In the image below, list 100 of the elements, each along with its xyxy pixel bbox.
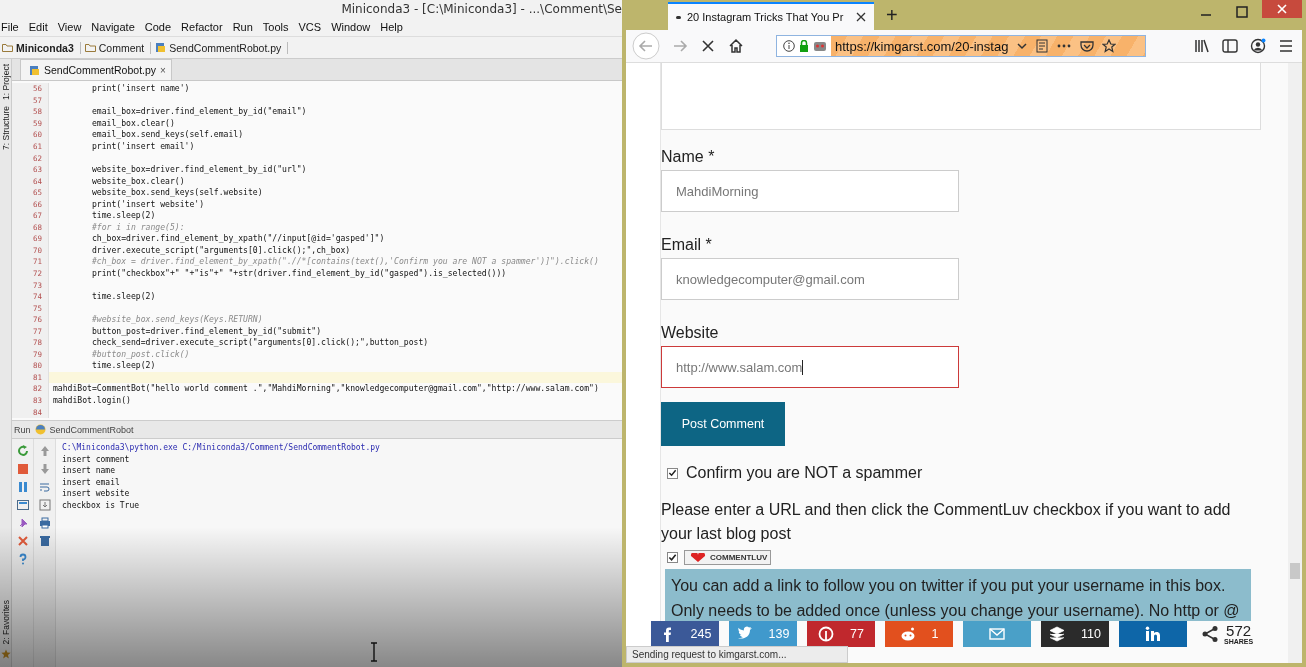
tool-window-tab[interactable]: 1: Project — [0, 61, 11, 103]
code-line: email_box.send_keys(self.email) — [90, 129, 244, 141]
browser-tab[interactable]: 20 Instagram Tricks That You Pr — [668, 2, 874, 30]
print-icon[interactable] — [38, 517, 51, 529]
breadcrumb[interactable]: Miniconda3 — [0, 41, 81, 54]
python-icon — [34, 424, 46, 435]
code-comment: #for i in range(5): — [90, 221, 185, 233]
code-line: print('insert email') — [90, 141, 195, 152]
checkbox[interactable] — [667, 552, 678, 563]
library-icon[interactable] — [1194, 39, 1210, 53]
checkbox[interactable] — [667, 467, 678, 479]
breadcrumb[interactable]: SendCommentRobot.py — [153, 41, 289, 54]
close-button[interactable] — [1262, 0, 1302, 18]
sidebar-icon[interactable] — [1222, 39, 1238, 53]
share-count: 572 — [1226, 623, 1252, 638]
post-comment-button[interactable]: Post Comment — [661, 402, 785, 446]
menu-item[interactable]: Run — [231, 21, 254, 33]
folder-icon — [2, 42, 13, 53]
robot-icon — [813, 40, 827, 52]
share-button[interactable]: 245 — [651, 621, 719, 647]
address-bar[interactable]: https://kimgarst.com/20-instag — [776, 35, 1146, 57]
window-title: Miniconda3 - [C:\Miniconda3] - ...\Comment\Se — [341, 2, 622, 16]
code-line: print('insert website') — [90, 198, 205, 210]
bookmark-star-icon[interactable] — [1102, 39, 1117, 53]
bird-icon — [736, 626, 753, 642]
console-output: checkbox is True — [62, 499, 141, 512]
code-comment: #button_post.click() — [90, 348, 190, 360]
folder-icon — [84, 42, 96, 53]
close-button[interactable]: × — [160, 64, 166, 76]
share-icon — [1201, 625, 1219, 643]
instruction-text: Please enter a URL and then click the CommentLuv checkbox if you want to add your last blog post — [661, 500, 1232, 544]
code-line: check_send=driver.execute_script("arguments[0].click();",button_post) — [90, 337, 429, 349]
share-button[interactable]: 77 — [807, 621, 875, 647]
lock-icon — [799, 40, 809, 52]
code-line: print("checkbox"+" "+"is"+" "+str(driver.find_element_by_id("gasped").is_selected())) — [90, 268, 507, 279]
account-icon[interactable] — [1250, 38, 1266, 54]
linkedin-icon — [1145, 626, 1161, 642]
console-output: insert email — [62, 476, 121, 489]
field-label: Website — [661, 324, 719, 342]
pocket-icon[interactable] — [1080, 40, 1095, 52]
console-output: insert website — [62, 488, 131, 500]
commentluv-badge: COMMENTLUV — [684, 550, 772, 565]
menu-icon[interactable] — [1278, 39, 1294, 53]
run-configuration: SendCommentRobot — [49, 424, 134, 435]
tool-window-tab[interactable]: 2: Favorites — [0, 596, 11, 647]
info-icon — [783, 40, 795, 52]
menu-item[interactable]: View — [56, 21, 83, 33]
input-field[interactable]: knowledgecomputer@gmail.com — [661, 258, 959, 300]
console-output: insert comment — [62, 453, 131, 466]
menu-item[interactable]: Refactor — [180, 21, 224, 33]
close-icon — [1277, 4, 1287, 14]
scrollbar-thumb[interactable] — [1290, 563, 1300, 579]
envelope-icon — [989, 626, 1005, 642]
share-button[interactable] — [1119, 621, 1187, 647]
menu-item[interactable]: Navigate — [90, 21, 136, 33]
text-cursor-icon — [370, 642, 378, 662]
info-box: You can add a link to follow you on twitter if you put your username in this box. Only needs to be added once (unless you change your username). No http or @ — [665, 569, 1251, 621]
dropdown-icon[interactable] — [1016, 40, 1029, 52]
editor-tab[interactable]: SendCommentRobot.py × — [20, 59, 172, 80]
menu-item[interactable]: Window — [330, 21, 372, 33]
menu-item[interactable]: Help — [379, 21, 404, 33]
code-line: ch_box=driver.find_element_by_xpath("//input[@id='gasped']") — [90, 233, 385, 245]
menu-item[interactable]: Edit — [27, 21, 49, 33]
url-text: https://kimgarst.com/20-instag — [835, 38, 1009, 54]
alien-icon — [899, 626, 916, 642]
layout-icon[interactable] — [16, 499, 29, 511]
code-line: website_box=driver.find_element_by_id("url") — [90, 164, 307, 176]
share-button[interactable]: 1 — [885, 621, 953, 647]
python-file-icon — [29, 64, 40, 76]
code-line: email_box=driver.find_element_by_id("email") — [90, 106, 307, 118]
rerun-icon[interactable] — [16, 445, 29, 457]
menu-item[interactable]: Code — [143, 21, 173, 33]
stop-loading-icon[interactable] — [700, 38, 716, 54]
code-line: driver.execute_script("arguments[0].click();",ch_box) — [90, 244, 351, 256]
console-output: insert name — [62, 465, 116, 477]
menu-item[interactable]: File — [0, 21, 20, 33]
input-field[interactable]: http://www.salam.com — [661, 346, 959, 388]
scroll-end-icon[interactable] — [38, 499, 51, 511]
code-line: website_box.send_keys(self.website) — [90, 187, 263, 199]
field-label: Name * — [661, 148, 715, 166]
menu-item[interactable]: VCS — [297, 21, 323, 33]
code-line: time.sleep(2) — [90, 291, 156, 303]
panel-title: Run — [14, 424, 31, 435]
code-line: time.sleep(2) — [90, 360, 156, 372]
wrap-icon[interactable] — [38, 481, 51, 493]
menu-item[interactable]: Tools — [261, 21, 290, 33]
new-tab-button[interactable]: + — [878, 5, 906, 25]
input-field[interactable]: MahdiMorning — [661, 170, 959, 212]
tool-window-tab[interactable]: 7: Structure — [0, 102, 11, 153]
breadcrumb[interactable]: Comment — [82, 41, 152, 54]
share-button[interactable]: 110 — [1041, 621, 1109, 647]
home-icon[interactable] — [728, 38, 744, 54]
stop-icon[interactable] — [16, 463, 29, 475]
pause-icon[interactable] — [16, 481, 29, 493]
reader-view-icon[interactable] — [1036, 39, 1049, 53]
command-line: C:\Miniconda3\python.exe C:/Miniconda3/Comment/SendCommentRobot.py — [62, 442, 381, 454]
code-line: button_post=driver.find_element_by_id("submit") — [90, 325, 321, 337]
checkbox-label: Confirm you are NOT a spammer — [686, 464, 923, 482]
close-icon[interactable] — [856, 12, 866, 22]
maximize-icon[interactable] — [1236, 6, 1248, 18]
